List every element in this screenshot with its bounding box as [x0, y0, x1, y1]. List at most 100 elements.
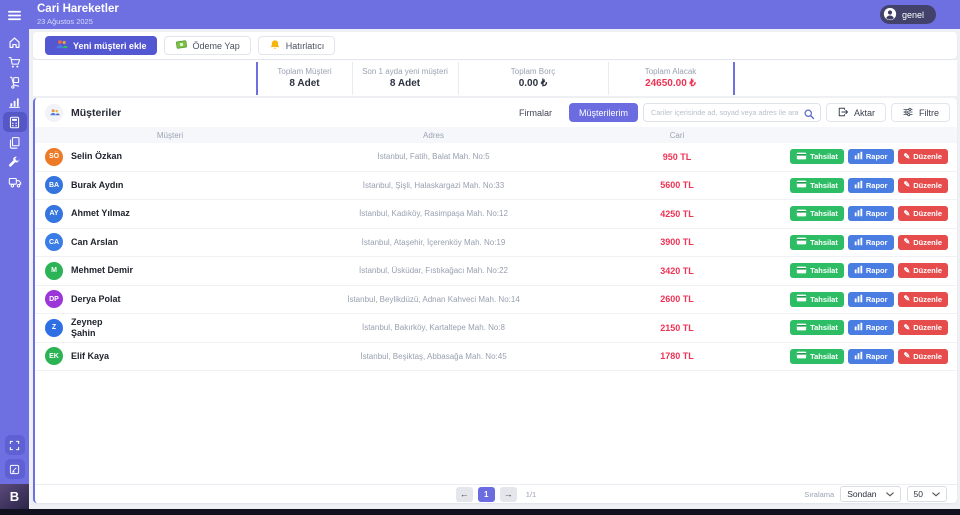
avatar: M [45, 262, 63, 280]
sort-controls: Sıralama Sondan 50 [804, 485, 947, 503]
table-row: DP Derya Polat İstanbul, Beylikdüzü, Adn… [35, 286, 957, 315]
customer-address: İstanbul, Ataşehir, İçerenköy Mah. No:19 [305, 238, 562, 247]
table-empty-space [35, 371, 957, 484]
duzenle-button[interactable]: ✎ Düzenle [898, 349, 948, 364]
customer-address: İstanbul, Bakırköy, Kartaltepe Mah. No:8 [305, 323, 562, 332]
card-icon [796, 180, 807, 190]
table-row: SÖ Selin Özkan İstanbul, Fatih, Balat Ma… [35, 143, 957, 172]
rapor-button[interactable]: Rapor [848, 320, 894, 335]
home-icon[interactable] [3, 32, 27, 52]
duzenle-button[interactable]: ✎ Düzenle [898, 292, 948, 307]
copy-icon[interactable] [3, 132, 27, 152]
duzenle-button[interactable]: ✎ Düzenle [898, 149, 948, 164]
row-actions: Tahsilat Rapor ✎ Düzenle [792, 320, 957, 335]
row-actions: Tahsilat Rapor ✎ Düzenle [792, 235, 957, 250]
note-edit-icon[interactable] [5, 459, 25, 479]
tahsilat-button[interactable]: Tahsilat [790, 178, 844, 193]
search-box [643, 103, 821, 122]
customer-balance: 950 TL [562, 152, 792, 162]
add-customer-button[interactable]: Yeni müşteri ekle [45, 36, 157, 55]
bar-chart-icon [854, 351, 863, 362]
duzenle-button[interactable]: ✎ Düzenle [898, 263, 948, 278]
rapor-button[interactable]: Rapor [848, 292, 894, 307]
profile-button[interactable]: genel [880, 5, 936, 24]
menu-icon[interactable] [3, 7, 27, 24]
rapor-button[interactable]: Rapor [848, 349, 894, 364]
panel-header: Müşteriler Firmalar Müşterilerim Aktar [35, 98, 957, 127]
pay-label: Ödeme Yap [193, 41, 240, 51]
table-row: AY Ahmet Yılmaz İstanbul, Kadıköy, Rasim… [35, 200, 957, 229]
app-logo[interactable]: B [0, 484, 29, 509]
cart-icon[interactable] [3, 52, 27, 72]
truck-icon[interactable] [3, 172, 27, 192]
customer-balance: 1780 TL [562, 351, 792, 361]
calculator-icon[interactable] [3, 112, 27, 132]
customer-cell: BA Burak Aydın [35, 176, 305, 194]
customer-name: Elif Kaya [71, 351, 109, 362]
chevron-down-icon [932, 489, 940, 499]
table-row: EK Elif Kaya İstanbul, Beşiktaş, Abbasağ… [35, 343, 957, 372]
customer-balance: 2600 TL [562, 294, 792, 304]
customer-cell: SÖ Selin Özkan [35, 148, 305, 166]
filter-button[interactable]: Filtre [891, 103, 950, 122]
rapor-button[interactable]: Rapor [848, 235, 894, 250]
avatar: AY [45, 205, 63, 223]
pencil-icon: ✎ [904, 181, 911, 189]
customer-name: Burak Aydın [71, 180, 123, 191]
pencil-icon: ✎ [904, 153, 911, 161]
bell-icon [269, 39, 281, 53]
pencil-icon: ✎ [904, 352, 911, 360]
row-actions: Tahsilat Rapor ✎ Düzenle [792, 349, 957, 364]
card-icon [796, 294, 807, 304]
tahsilat-button[interactable]: Tahsilat [790, 349, 844, 364]
customers-icon [45, 104, 63, 122]
sort-order-select[interactable]: Sondan [840, 486, 900, 502]
rapor-button[interactable]: Rapor [848, 149, 894, 164]
per-page-select[interactable]: 50 [907, 486, 947, 502]
rapor-button[interactable]: Rapor [848, 206, 894, 221]
reminder-button[interactable]: Hatırlatıcı [258, 36, 336, 55]
card-icon [796, 351, 807, 361]
chart-icon[interactable] [3, 92, 27, 112]
tab-firmalar[interactable]: Firmalar [507, 103, 564, 122]
duzenle-button[interactable]: ✎ Düzenle [898, 178, 948, 193]
tahsilat-button[interactable]: Tahsilat [790, 263, 844, 278]
pencil-icon: ✎ [904, 267, 911, 275]
fullscreen-icon[interactable] [5, 435, 25, 455]
row-actions: Tahsilat Rapor ✎ Düzenle [792, 178, 957, 193]
column-musteri: Müşteri [35, 131, 305, 140]
tahsilat-button[interactable]: Tahsilat [790, 149, 844, 164]
duzenle-button[interactable]: ✎ Düzenle [898, 206, 948, 221]
tab-musterilerim[interactable]: Müşterilerim [569, 103, 638, 122]
export-button[interactable]: Aktar [826, 103, 886, 122]
customer-address: İstanbul, Fatih, Balat Mah. No:5 [305, 152, 562, 161]
duzenle-button[interactable]: ✎ Düzenle [898, 235, 948, 250]
tahsilat-button[interactable]: Tahsilat [790, 235, 844, 250]
sidebar-nav [3, 32, 27, 192]
search-input[interactable] [651, 108, 798, 117]
current-page-button[interactable]: 1 [478, 487, 495, 502]
rapor-button[interactable]: Rapor [848, 178, 894, 193]
next-page-button[interactable]: → [500, 487, 517, 502]
customer-cell: M Mehmet Demir [35, 262, 305, 280]
search-icon[interactable] [803, 107, 815, 125]
customer-address: İstanbul, Beylikdüzü, Adnan Kahveci Mah.… [305, 295, 562, 304]
tahsilat-button[interactable]: Tahsilat [790, 206, 844, 221]
customer-name: Ahmet Yılmaz [71, 208, 130, 219]
column-cari: Cari [562, 131, 792, 140]
actions-card: Yeni müşteri ekle Ödeme Yap Hatırlatıcı [33, 32, 957, 59]
duzenle-button[interactable]: ✎ Düzenle [898, 320, 948, 335]
customer-balance: 3420 TL [562, 266, 792, 276]
bar-chart-icon [854, 265, 863, 276]
row-actions: Tahsilat Rapor ✎ Düzenle [792, 149, 957, 164]
tahsilat-button[interactable]: Tahsilat [790, 292, 844, 307]
bar-chart-icon [854, 208, 863, 219]
pencil-icon: ✎ [904, 210, 911, 218]
pay-button[interactable]: Ödeme Yap [164, 36, 251, 55]
customer-address: İstanbul, Kadıköy, Rasimpaşa Mah. No:12 [305, 209, 562, 218]
tahsilat-button[interactable]: Tahsilat [790, 320, 844, 335]
wrench-icon[interactable] [3, 152, 27, 172]
prev-page-button[interactable]: ← [456, 487, 473, 502]
handtruck-icon[interactable] [3, 72, 27, 92]
rapor-button[interactable]: Rapor [848, 263, 894, 278]
